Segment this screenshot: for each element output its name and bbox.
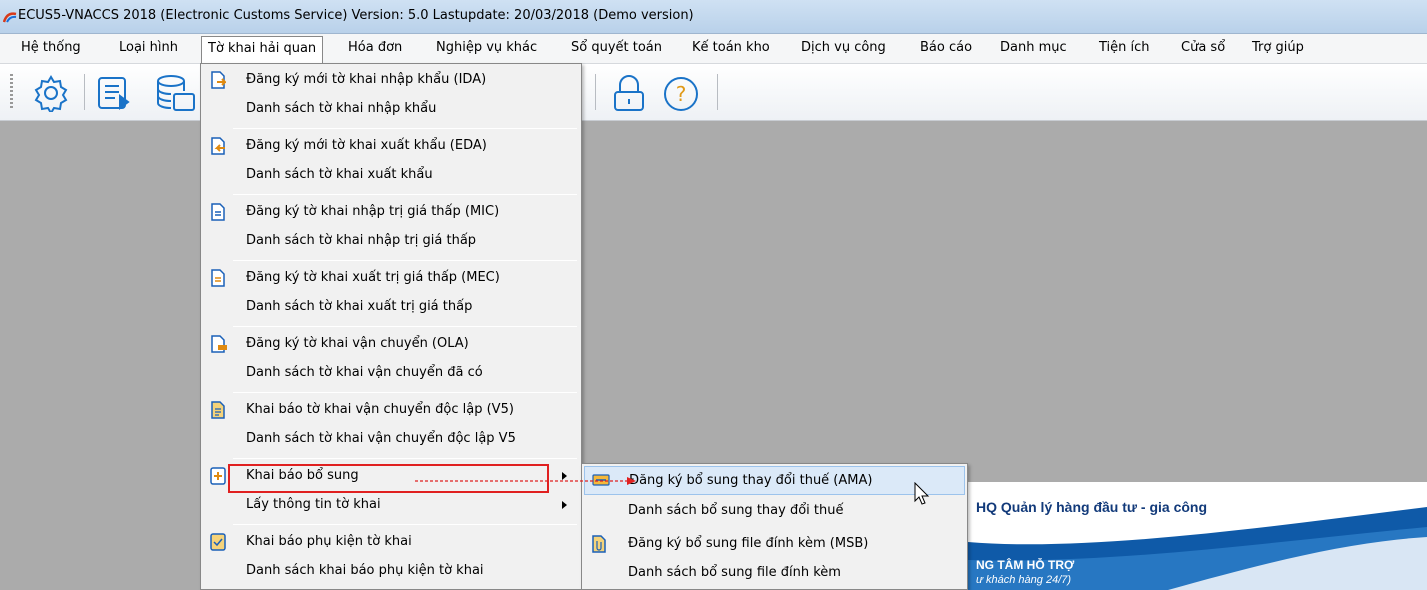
settings-gear-icon[interactable]: [32, 74, 70, 112]
submenu-item-label: Đăng ký bổ sung file đính kèm (MSB): [628, 536, 869, 551]
database-icon[interactable]: [154, 74, 198, 114]
menu-tro-giup[interactable]: Trợ giúp: [1252, 40, 1304, 55]
menu-item-label: Đăng ký mới tờ khai nhập khẩu (IDA): [246, 72, 487, 87]
menu-item-label: Khai báo bổ sung: [246, 468, 359, 483]
independent-transport-icon: [211, 401, 225, 419]
annotation-arrow: [415, 477, 636, 485]
menu-he-thong[interactable]: Hệ thống: [21, 40, 81, 55]
menu-item-label: Danh sách tờ khai nhập khẩu: [246, 101, 437, 116]
menu-item-label: Khai báo phụ kiện tờ khai: [246, 534, 412, 549]
menu-item-khai-bao-v5[interactable]: Khai báo tờ khai vận chuyển độc lập (V5): [203, 396, 579, 425]
menu-tien-ich[interactable]: Tiện ích: [1099, 40, 1150, 55]
menu-item-dang-ky-ida[interactable]: Đăng ký mới tờ khai nhập khẩu (IDA): [203, 66, 579, 95]
app-logo-icon: [3, 12, 17, 23]
menu-item-label: Danh sách tờ khai xuất khẩu: [246, 167, 433, 182]
menu-dich-vu-cong[interactable]: Dịch vụ công: [801, 40, 886, 55]
menu-cua-so[interactable]: Cửa sổ: [1181, 40, 1225, 55]
submenu-item-danh-sach-msb[interactable]: Danh sách bổ sung file đính kèm: [584, 559, 965, 588]
menu-item-danh-sach-xuat-khau[interactable]: Danh sách tờ khai xuất khẩu: [203, 161, 579, 190]
svg-text:?: ?: [676, 82, 687, 106]
banner-headline: HQ Quản lý hàng đầu tư - gia công: [976, 499, 1208, 515]
lock-icon[interactable]: [611, 74, 647, 114]
menu-item-danh-sach-nhap-tri-gia-thap[interactable]: Danh sách tờ khai nhập trị giá thấp: [203, 227, 579, 256]
menu-item-label: Đăng ký mới tờ khai xuất khẩu (EDA): [246, 138, 487, 153]
submenu-arrow-icon: [562, 501, 567, 509]
menu-item-label: Lấy thông tin tờ khai: [246, 497, 381, 512]
title-bar: ECUS5-VNACCS 2018 (Electronic Customs Se…: [0, 0, 1427, 34]
submenu-item-label: Đăng ký bổ sung thay đổi thuế (AMA): [629, 473, 873, 488]
low-value-export-icon: [211, 269, 225, 287]
supplementary-icon: [210, 467, 226, 485]
menu-to-khai-hai-quan[interactable]: Tờ khai hải quan: [201, 36, 324, 64]
submenu-item-dang-ky-msb[interactable]: Đăng ký bổ sung file đính kèm (MSB): [584, 530, 965, 559]
menu-so-quyet-toan[interactable]: Sổ quyết toán: [571, 40, 662, 55]
menu-item-label: Danh sách khai báo phụ kiện tờ khai: [246, 563, 484, 578]
menu-item-dang-ky-mec[interactable]: Đăng ký tờ khai xuất trị giá thấp (MEC): [203, 264, 579, 293]
menu-loai-hinh[interactable]: Loại hình: [119, 40, 178, 55]
menu-hoa-don[interactable]: Hóa đơn: [348, 40, 402, 55]
menu-item-label: Danh sách tờ khai vận chuyển độc lập V5: [246, 431, 516, 446]
toolbar-grip[interactable]: [10, 74, 13, 110]
menu-item-danh-sach-nhap-khau[interactable]: Danh sách tờ khai nhập khẩu: [203, 95, 579, 124]
menu-item-dang-ky-mic[interactable]: Đăng ký tờ khai nhập trị giá thấp (MIC): [203, 198, 579, 227]
menu-nghiep-vu-khac[interactable]: Nghiệp vụ khác: [436, 40, 537, 55]
menu-item-danh-sach-phu-kien[interactable]: Danh sách khai báo phụ kiện tờ khai: [203, 557, 579, 586]
menu-item-label: Đăng ký tờ khai xuất trị giá thấp (MEC): [246, 270, 500, 285]
submenu-item-label: Danh sách bổ sung file đính kèm: [628, 565, 841, 580]
menu-item-danh-sach-xuat-tri-gia-thap[interactable]: Danh sách tờ khai xuất trị giá thấp: [203, 293, 579, 322]
support-center-title: NG TÂM HỖ TRỢ: [976, 558, 1075, 572]
menu-item-label: Danh sách tờ khai xuất trị giá thấp: [246, 299, 473, 314]
welcome-banner: HQ Quản lý hàng đầu tư - gia công NG TÂM…: [968, 482, 1427, 590]
menu-item-dang-ky-ola[interactable]: Đăng ký tờ khai vận chuyển (OLA): [203, 330, 579, 359]
submenu-item-label: Danh sách bổ sung thay đổi thuế: [628, 503, 844, 518]
menu-item-label: Danh sách tờ khai nhập trị giá thấp: [246, 233, 477, 248]
submenu-item-dang-ky-ama[interactable]: Đăng ký bổ sung thay đổi thuế (AMA): [584, 466, 965, 495]
menu-ke-toan-kho[interactable]: Kế toán kho: [692, 40, 770, 55]
export-declaration-icon: [211, 137, 225, 155]
low-value-import-icon: [211, 203, 225, 221]
menu-item-label: Khai báo tờ khai vận chuyển độc lập (V5): [246, 402, 514, 417]
menu-item-label: Danh sách tờ khai vận chuyển đã có: [246, 365, 483, 380]
menu-item-danh-sach-van-chuyen[interactable]: Danh sách tờ khai vận chuyển đã có: [203, 359, 579, 388]
menu-bar: Hệ thống Loại hình Tờ khai hải quan Hóa …: [0, 34, 1427, 64]
menu-item-label: Đăng ký tờ khai nhập trị giá thấp (MIC): [246, 204, 500, 219]
menu-bao-cao[interactable]: Báo cáo: [920, 40, 972, 55]
menu-item-khai-bao-phu-kien[interactable]: Khai báo phụ kiện tờ khai: [203, 528, 579, 557]
submenu-item-danh-sach-ama[interactable]: Danh sách bổ sung thay đổi thuế: [584, 497, 965, 526]
document-list-icon[interactable]: [96, 74, 134, 112]
file-attachment-icon: [592, 535, 606, 553]
khai-bao-bo-sung-submenu: Đăng ký bổ sung thay đổi thuế (AMA) Danh…: [581, 463, 968, 590]
import-declaration-icon: [211, 71, 226, 89]
menu-item-danh-sach-v5[interactable]: Danh sách tờ khai vận chuyển độc lập V5: [203, 425, 579, 454]
window-title: ECUS5-VNACCS 2018 (Electronic Customs Se…: [18, 8, 694, 23]
menu-item-label: Đăng ký tờ khai vận chuyển (OLA): [246, 336, 469, 351]
menu-item-lay-thong-tin[interactable]: Lấy thông tin tờ khai: [203, 491, 579, 520]
support-center-subtitle: ư khách hàng 24/7): [976, 574, 1072, 586]
menu-danh-muc[interactable]: Danh mục: [1000, 40, 1067, 55]
mouse-cursor-icon: [914, 482, 930, 505]
transport-declaration-icon: [211, 335, 227, 353]
attachment-declaration-icon: [210, 533, 226, 551]
to-khai-dropdown-menu: Đăng ký mới tờ khai nhập khẩu (IDA) Danh…: [200, 63, 582, 590]
menu-item-dang-ky-eda[interactable]: Đăng ký mới tờ khai xuất khẩu (EDA): [203, 132, 579, 161]
help-icon[interactable]: ?: [661, 74, 701, 114]
